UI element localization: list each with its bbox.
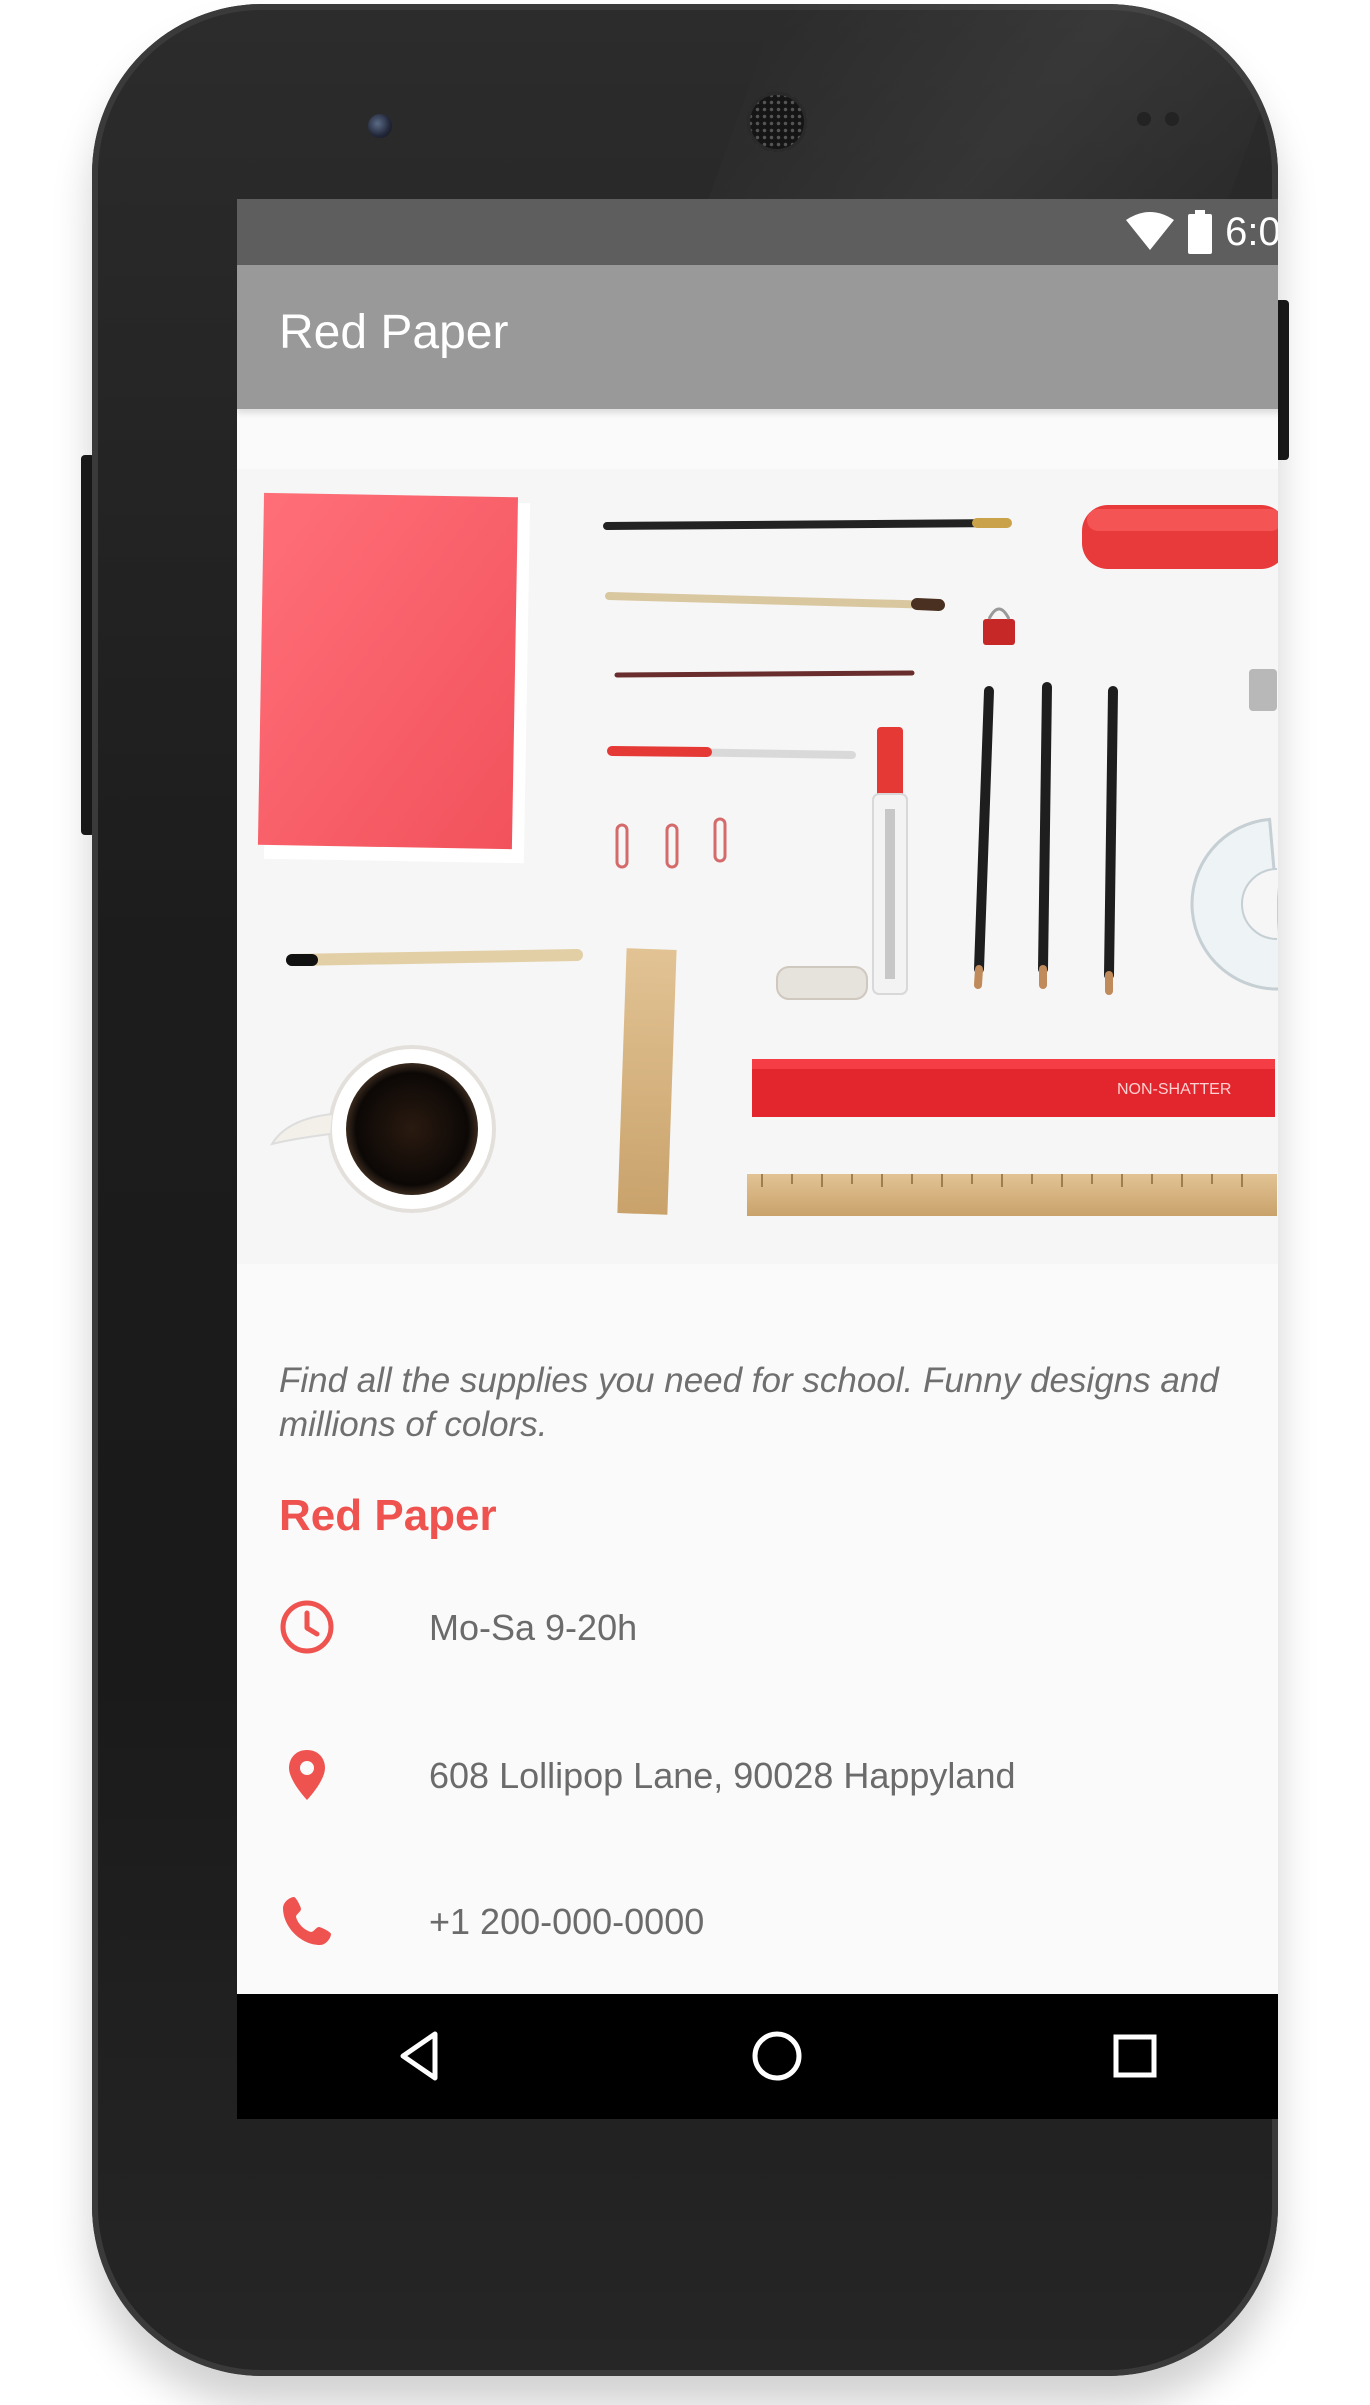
earpiece-speaker [747, 92, 807, 152]
shop-description: Find all the supplies you need for schoo… [279, 1361, 1219, 1444]
front-camera [368, 114, 392, 138]
wifi-icon [1126, 212, 1175, 250]
status-time: 6:00 [1225, 209, 1278, 254]
navigation-bar [237, 1994, 1278, 2119]
hours-text: Mo-Sa 9-20h [429, 1607, 638, 1648]
shop-name: Red Paper [279, 1491, 497, 1540]
address-text[interactable]: 608 Lollipop Lane, 90028 Happyland [429, 1755, 1016, 1797]
proximity-sensors [1137, 112, 1197, 128]
battery-icon [1188, 210, 1213, 254]
status-bar: 6:00 [237, 199, 1278, 265]
phone-text[interactable]: +1 200-000-0000 [429, 1901, 704, 1943]
clock-icon [280, 1600, 334, 1654]
app-bar: Red Paper [237, 265, 1278, 409]
address-row[interactable]: 608 Lollipop Lane, 90028 Happyland [279, 1747, 1278, 1807]
hero-image: NON-SHATTER [237, 469, 1278, 1264]
location-pin-icon [289, 1750, 325, 1800]
screen: 6:00 Red Paper [237, 199, 1278, 2119]
phone-frame: 6:00 Red Paper [92, 4, 1278, 2376]
phone-row[interactable]: +1 200-000-0000 [279, 1893, 1278, 1953]
hours-row: Mo-Sa 9-20h [279, 1599, 1278, 1659]
back-icon[interactable] [389, 2024, 453, 2088]
ruler-label: NON-SHATTER [1117, 1081, 1231, 1098]
phone-icon [283, 1897, 331, 1945]
home-icon[interactable] [745, 2024, 809, 2088]
app-title: Red Paper [279, 306, 509, 359]
recents-icon[interactable] [1103, 2024, 1167, 2088]
supplies-illustration: NON-SHATTER [237, 469, 1278, 1264]
